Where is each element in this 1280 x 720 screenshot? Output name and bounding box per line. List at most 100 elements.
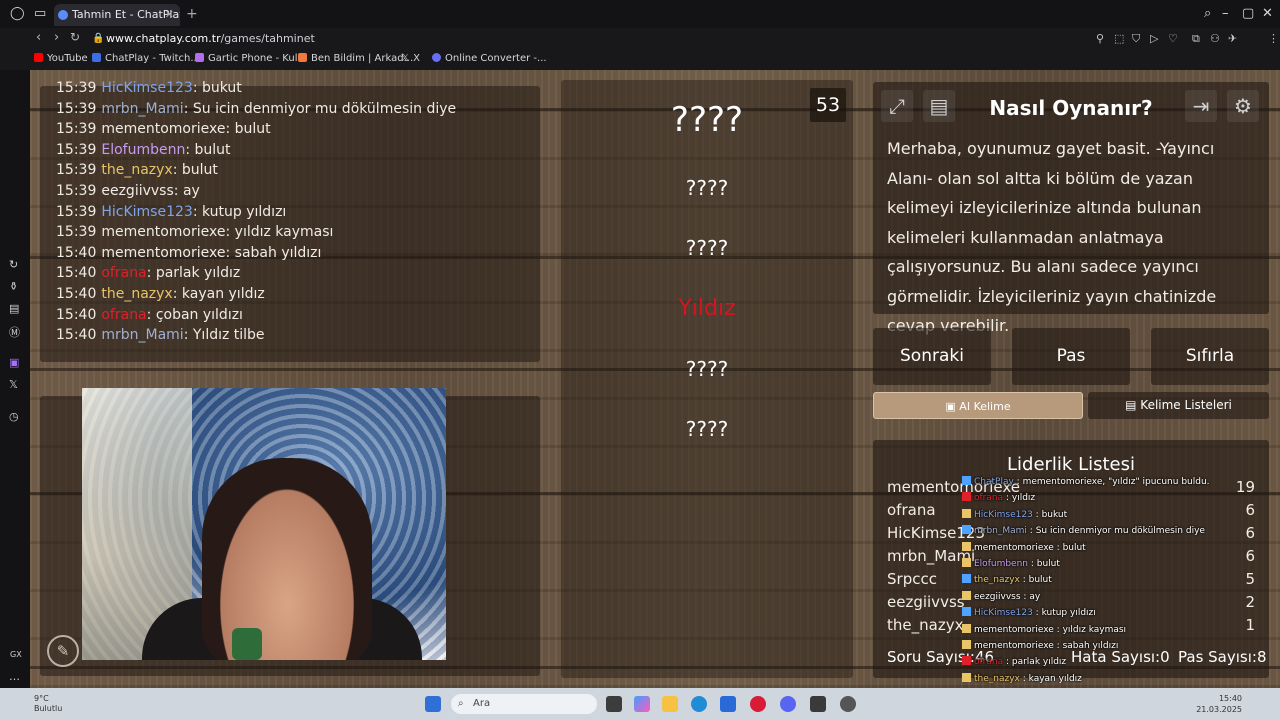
chat-text: bulut: [181, 162, 218, 179]
overlay-chat-line: eezgiivvss : ay: [962, 590, 1041, 602]
chat-time: 15:39: [56, 100, 97, 117]
wallet-icon[interactable]: ▤: [9, 302, 19, 315]
reload-icon[interactable]: ↻: [70, 30, 80, 44]
word-lists-button[interactable]: ▤ Kelime Listeleri: [1088, 392, 1269, 419]
close-icon[interactable]: ✕: [1262, 6, 1273, 21]
leaderboard-score: 6: [1245, 501, 1255, 519]
chat-message: 15:40 mrbn_Mami: Yıldız tilbe: [56, 327, 265, 344]
search-placeholder: Ara: [473, 698, 491, 709]
opera-logo-icon[interactable]: ◯: [10, 6, 25, 21]
forbidden-word: ????: [685, 357, 729, 381]
chat-username[interactable]: mrbn_Mami: [101, 327, 183, 343]
clock-icon[interactable]: ◷: [9, 410, 19, 423]
overlay-username: ChatPlay: [974, 477, 1014, 487]
pass-button[interactable]: Pas: [1012, 328, 1130, 385]
chat-username[interactable]: ofrana: [101, 265, 146, 281]
chat-username[interactable]: the_nazyx: [101, 286, 172, 302]
maximize-icon[interactable]: ▢: [1242, 6, 1254, 21]
chat-username[interactable]: HicKimse123: [101, 204, 192, 220]
ai-icon[interactable]: ✈: [1228, 32, 1237, 45]
store-icon[interactable]: [720, 696, 736, 712]
x-sidebar-icon[interactable]: 𝕏: [9, 378, 18, 391]
puzzle-icon[interactable]: ⧉: [1192, 32, 1200, 46]
chat-username[interactable]: Elofumbenn: [101, 142, 185, 158]
taskbar-clock[interactable]: 15:40 21.03.2025: [1196, 693, 1242, 715]
screenshot-icon[interactable]: ⬚: [1114, 32, 1124, 45]
forward-icon[interactable]: ›: [54, 30, 59, 45]
overlay-text: ay: [1029, 591, 1041, 602]
windows-start-icon[interactable]: [425, 696, 441, 712]
badge-icon: [962, 672, 971, 682]
tab-close-icon[interactable]: ✕: [165, 4, 174, 26]
settings-icon[interactable]: ⚙: [1227, 90, 1259, 122]
overlay-chat-line: ChatPlay : mementomoriexe, "yıldız" ipuc…: [962, 476, 1210, 487]
more-icon[interactable]: …: [9, 670, 20, 683]
pen-icon[interactable]: ✎: [47, 635, 79, 667]
minimize-icon[interactable]: –: [1222, 6, 1229, 21]
chat-username[interactable]: eezgiivvss: [101, 183, 173, 199]
chat-username[interactable]: mementomoriexe: [101, 224, 225, 240]
bookmark-online-converter[interactable]: Online Converter -...: [432, 53, 547, 64]
overlay-text: bulut: [1036, 559, 1060, 569]
bag-icon[interactable]: ⚱: [9, 280, 18, 293]
overlay-chat-line: the_nazyx : kayan yıldız: [962, 672, 1082, 684]
file-explorer-icon[interactable]: [662, 696, 678, 712]
overlay-chat-line: mementomoriexe : bulut: [962, 541, 1086, 553]
reset-button[interactable]: Sıfırla: [1151, 328, 1269, 385]
task-view-icon[interactable]: [606, 696, 622, 712]
weather-widget[interactable]: 9°C Bulutlu: [34, 694, 62, 714]
windows-taskbar: 9°C Bulutlu ⌕ Ara 15:40 21.03.2025: [0, 688, 1280, 720]
account-icon[interactable]: ⚇: [1210, 32, 1220, 45]
menu-icon[interactable]: ⋮: [1268, 32, 1279, 45]
play-icon[interactable]: ▷: [1150, 32, 1158, 45]
bookmark-x[interactable]: 𝕏X: [401, 53, 420, 64]
chat-username[interactable]: mrbn_Mami: [101, 101, 183, 117]
chat-username[interactable]: mementomoriexe: [101, 121, 225, 137]
forbidden-word: ????: [685, 417, 729, 441]
history-icon[interactable]: ↻: [9, 258, 18, 271]
overlay-text: sabah yıldızı: [1062, 641, 1119, 651]
overlay-username: mementomoriexe: [974, 624, 1054, 635]
back-icon[interactable]: ‹: [36, 30, 41, 45]
taskbar-search[interactable]: ⌕ Ara: [451, 694, 597, 714]
steam-icon[interactable]: [840, 696, 856, 712]
chat-message: 15:40 the_nazyx: kayan yıldız: [56, 286, 265, 302]
edge-icon[interactable]: [691, 696, 707, 712]
url-field[interactable]: www.chatplay.com.tr/games/tahminet: [106, 32, 315, 45]
heart-icon[interactable]: ♡: [1168, 32, 1178, 45]
chat-username[interactable]: mementomoriexe: [101, 245, 225, 261]
bookmark-chatplay[interactable]: ChatPlay - Twitch...: [92, 53, 200, 64]
browser-sidebar: ↻ ⚱ ▤ Ⓜ ▣ 𝕏 ◷ GX …: [0, 70, 30, 688]
bookmark-youtube[interactable]: YouTube: [34, 53, 88, 64]
new-tab-icon[interactable]: +: [186, 6, 198, 22]
obs-icon[interactable]: [810, 696, 826, 712]
leaderboard-score: 6: [1245, 547, 1255, 565]
chat-username[interactable]: the_nazyx: [101, 162, 172, 178]
bookmark-ben-bildim[interactable]: Ben Bildim | Arkad...: [298, 53, 413, 64]
overlay-username: HicKimse123: [974, 509, 1033, 520]
discord-icon[interactable]: [780, 696, 796, 712]
chat-username[interactable]: ofrana: [101, 307, 146, 323]
bookmark-gartic[interactable]: Gartic Phone - Kul...: [195, 53, 307, 64]
shield-icon[interactable]: ⛉: [1132, 32, 1140, 46]
opera-gx-icon[interactable]: [750, 696, 766, 712]
chat-username[interactable]: HicKimse123: [101, 80, 192, 96]
copilot-icon[interactable]: [634, 696, 650, 712]
tab-menu-icon[interactable]: ▭: [34, 6, 46, 21]
search-icon[interactable]: ⌕: [1204, 6, 1211, 21]
streamer-head: [202, 458, 372, 660]
next-button[interactable]: Sonraki: [873, 328, 991, 385]
exit-icon[interactable]: ⇥: [1185, 90, 1217, 122]
messenger-icon[interactable]: Ⓜ: [9, 324, 20, 340]
gx-icon[interactable]: GX: [10, 650, 22, 659]
ai-word-button[interactable]: ▣ AI Kelime: [873, 392, 1083, 419]
chat-text: parlak yıldız: [155, 265, 241, 282]
chat-text: ay: [182, 183, 200, 199]
extension-icon[interactable]: ⚲: [1096, 32, 1104, 45]
twitch-icon[interactable]: ▣: [9, 356, 19, 369]
overlay-username: ofrana: [974, 657, 1004, 668]
chatplay-icon: [92, 53, 101, 62]
overlay-chat-line: ofrana : parlak yıldız: [962, 656, 1066, 667]
leaderboard-title: Liderlik Listesi: [1007, 454, 1135, 475]
tab-tahmin-et[interactable]: Tahmin Et - ChatPlay ✕: [54, 4, 180, 26]
